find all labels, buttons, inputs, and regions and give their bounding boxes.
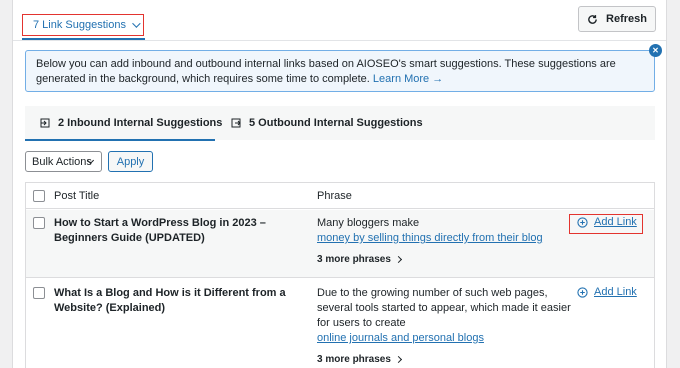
phrase-text: for users to create — [317, 317, 406, 329]
inbound-icon — [40, 118, 50, 128]
info-notice: Below you can add inbound and outbound i… — [25, 50, 655, 92]
column-phrase: Phrase — [317, 190, 352, 202]
tab-outbound[interactable]: 5 Outbound Internal Suggestions — [231, 106, 423, 140]
refresh-button[interactable]: Refresh — [578, 6, 656, 32]
active-tab-indicator — [25, 139, 215, 141]
add-link-button[interactable]: Add Link — [577, 216, 637, 228]
select-all-checkbox[interactable] — [33, 190, 45, 202]
post-title-line: Beginners Guide (UPDATED) — [54, 232, 205, 244]
more-phrases-button[interactable]: 3 more phrases — [317, 354, 402, 365]
post-title-line: How to Start a WordPress Blog in 2023 – — [54, 217, 266, 229]
phrase-link[interactable]: money by selling things directly from th… — [317, 231, 543, 246]
table-row: How to Start a WordPress Blog in 2023 – … — [26, 210, 654, 278]
refresh-icon — [588, 14, 597, 24]
refresh-label: Refresh — [606, 13, 647, 25]
header-divider — [13, 40, 666, 41]
link-suggestions-toggle-label: 7 Link Suggestions — [33, 19, 126, 31]
add-link-label: Add Link — [594, 286, 637, 298]
outbound-icon — [231, 118, 241, 128]
tab-inbound-label: 2 Inbound Internal Suggestions — [58, 117, 223, 129]
more-phrases-label: 3 more phrases — [317, 254, 391, 265]
link-suggestions-toggle[interactable]: 7 Link Suggestions — [22, 14, 144, 36]
suggestions-table: Post Title Phrase How to Start a WordPre… — [25, 182, 655, 368]
apply-button[interactable]: Apply — [108, 151, 153, 172]
close-icon[interactable]: ✕ — [649, 44, 662, 57]
add-link-button[interactable]: Add Link — [577, 286, 637, 298]
plus-circle-icon — [577, 216, 588, 228]
chevron-right-icon — [394, 255, 402, 264]
post-title-line: Website? (Explained) — [54, 302, 166, 314]
chevron-down-icon — [132, 19, 141, 28]
chevron-right-icon — [394, 355, 402, 364]
suggestions-tabs: 2 Inbound Internal Suggestions 5 Outboun… — [25, 106, 655, 140]
bulk-actions-select[interactable]: Bulk Actions — [25, 151, 102, 172]
more-phrases-button[interactable]: 3 more phrases — [317, 254, 402, 265]
phrase-text: Many bloggers make — [317, 217, 420, 229]
tab-outbound-label: 5 Outbound Internal Suggestions — [249, 117, 423, 129]
phrase-text: Due to the growing number of such web pa… — [317, 287, 548, 299]
row-checkbox[interactable] — [33, 217, 45, 229]
learn-more-link[interactable]: Learn More → — [373, 73, 443, 85]
table-header: Post Title Phrase — [26, 183, 654, 209]
post-title-line: What Is a Blog and How is it Different f… — [54, 287, 286, 299]
plus-circle-icon — [577, 286, 588, 298]
table-row: What Is a Blog and How is it Different f… — [26, 279, 654, 368]
phrase-text: several tools started to appear, which m… — [317, 302, 571, 314]
more-phrases-label: 3 more phrases — [317, 354, 391, 365]
row-checkbox[interactable] — [33, 287, 45, 299]
column-post-title: Post Title — [54, 190, 100, 202]
add-link-label: Add Link — [594, 216, 637, 228]
bulk-actions-value: Bulk Actions — [32, 155, 92, 168]
tab-inbound[interactable]: 2 Inbound Internal Suggestions — [40, 106, 222, 140]
phrase-link[interactable]: online journals and personal blogs — [317, 331, 484, 346]
notice-text: Below you can add inbound and outbound i… — [36, 58, 616, 85]
